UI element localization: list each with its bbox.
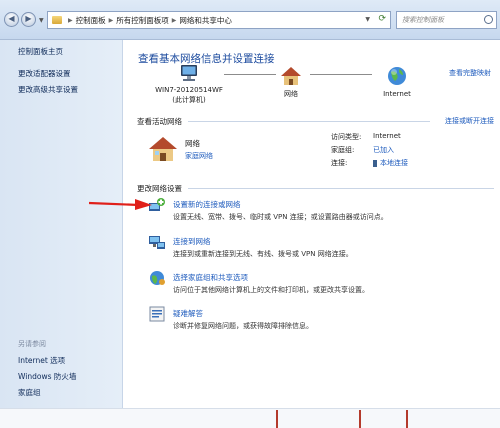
local-connection-label[interactable]: 本地连接 bbox=[380, 159, 408, 167]
computer-icon bbox=[181, 65, 197, 81]
troubleshoot-link[interactable]: 疑难解答 bbox=[173, 308, 203, 319]
connect-to-network-icon[interactable] bbox=[148, 234, 166, 250]
sidebar-control-panel-home[interactable]: 控制面板主页 bbox=[18, 46, 63, 57]
troubleshoot-desc: 诊断并修复网络问题，或获得故障排除信息。 bbox=[173, 322, 313, 330]
access-type-label: 访问类型: bbox=[331, 133, 362, 141]
divider bbox=[188, 121, 430, 122]
house-network-icon bbox=[281, 67, 301, 85]
local-connection-link[interactable]: 本地连接 bbox=[373, 158, 408, 168]
internet-node: Internet bbox=[374, 66, 420, 99]
chevron-right-icon[interactable]: ▶ bbox=[109, 17, 114, 24]
forward-button[interactable]: ▶ bbox=[21, 12, 36, 27]
search-input[interactable]: 搜索控制面板 bbox=[396, 11, 497, 29]
access-type-value: Internet bbox=[373, 132, 401, 140]
sidebar-change-sharing-settings[interactable]: 更改高级共享设置 bbox=[18, 84, 78, 95]
setup-new-connection-desc: 设置无线、宽带、拨号、临时或 VPN 连接；或设置路由器或访问点。 bbox=[173, 213, 388, 221]
homegroup-joined-link[interactable]: 已加入 bbox=[373, 145, 394, 155]
map-connector-line bbox=[310, 74, 372, 75]
computer-node: WIN7-20120514WF (此计算机) bbox=[148, 64, 230, 105]
network-type-link[interactable]: 家庭网络 bbox=[185, 151, 213, 161]
address-bar: ◀ ▶ ▼ ▶ 控制面板 ▶ 所有控制面板项 ▶ 网络和共享中心 ▼ ⟳ 搜索控… bbox=[0, 0, 500, 40]
sidebar: 控制面板主页 更改适配器设置 更改高级共享设置 另请参阅 Internet 选项… bbox=[0, 40, 123, 408]
back-arrow-icon: ◀ bbox=[8, 14, 15, 23]
connections-label: 连接: bbox=[331, 159, 348, 167]
homegroup-sharing-icon[interactable] bbox=[148, 270, 166, 286]
taskbar-marker bbox=[406, 410, 408, 428]
refresh-icon[interactable]: ⟳ bbox=[378, 14, 386, 24]
setup-new-connection-link[interactable]: 设置新的连接或网络 bbox=[173, 199, 241, 210]
chevron-right-icon[interactable]: ▶ bbox=[172, 17, 177, 24]
active-networks-heading: 查看活动网络 bbox=[137, 117, 182, 126]
taskbar-strip bbox=[0, 408, 500, 428]
homegroup-sharing-link[interactable]: 选择家庭组和共享选项 bbox=[173, 272, 248, 283]
control-panel-icon bbox=[52, 16, 62, 24]
main-panel: 查看基本网络信息并设置连接 查看完整映射 WIN7-20120514WF (此计… bbox=[124, 40, 500, 408]
sidebar-windows-firewall[interactable]: Windows 防火墙 bbox=[18, 371, 76, 382]
view-full-map-link[interactable]: 查看完整映射 bbox=[449, 68, 491, 78]
ethernet-icon bbox=[373, 159, 377, 167]
taskbar-marker bbox=[359, 410, 361, 428]
globe-icon bbox=[388, 67, 406, 85]
address-dropdown-icon[interactable]: ▼ bbox=[365, 16, 370, 23]
search-placeholder: 搜索控制面板 bbox=[402, 16, 444, 24]
breadcrumb-control-panel[interactable]: 控制面板 bbox=[76, 15, 106, 26]
breadcrumb-network-center[interactable]: 网络和共享中心 bbox=[179, 15, 232, 26]
computer-name: WIN7-20120514WF bbox=[155, 86, 223, 94]
sidebar-homegroup[interactable]: 家庭组 bbox=[18, 387, 41, 398]
recent-pages-dropdown-icon[interactable]: ▼ bbox=[39, 17, 44, 24]
chevron-right-icon[interactable]: ▶ bbox=[68, 17, 73, 24]
connect-to-network-link[interactable]: 连接到网络 bbox=[173, 236, 211, 247]
see-also-heading: 另请参阅 bbox=[18, 340, 46, 348]
forward-arrow-icon: ▶ bbox=[25, 14, 32, 23]
map-connector-line bbox=[224, 74, 276, 75]
back-button[interactable]: ◀ bbox=[4, 12, 19, 27]
breadcrumb-all-items[interactable]: 所有控制面板项 bbox=[116, 15, 169, 26]
annotation-arrow-icon bbox=[89, 199, 152, 210]
connect-to-network-desc: 连接到或重新连接到无线、有线、拨号或 VPN 网络连接。 bbox=[173, 250, 353, 258]
breadcrumb[interactable]: ▶ 控制面板 ▶ 所有控制面板项 ▶ 网络和共享中心 ▼ ⟳ bbox=[47, 11, 391, 29]
taskbar-marker bbox=[276, 410, 278, 428]
sidebar-change-adapter-settings[interactable]: 更改适配器设置 bbox=[18, 68, 71, 79]
network-node: 网络 bbox=[276, 66, 306, 99]
homegroup-label: 家庭组: bbox=[331, 146, 355, 154]
home-network-icon[interactable] bbox=[148, 136, 178, 162]
troubleshoot-icon[interactable] bbox=[148, 306, 166, 322]
network-label: 网络 bbox=[284, 90, 298, 98]
computer-subtitle: (此计算机) bbox=[172, 96, 206, 104]
search-icon[interactable] bbox=[484, 15, 493, 24]
connect-disconnect-link[interactable]: 连接或断开连接 bbox=[445, 116, 494, 126]
divider bbox=[188, 188, 494, 189]
sidebar-internet-options[interactable]: Internet 选项 bbox=[18, 355, 65, 366]
active-network-name: 网络 bbox=[185, 139, 200, 148]
internet-label: Internet bbox=[383, 90, 411, 98]
homegroup-sharing-desc: 访问位于其他网络计算机上的文件和打印机，或更改共享设置。 bbox=[173, 286, 369, 294]
